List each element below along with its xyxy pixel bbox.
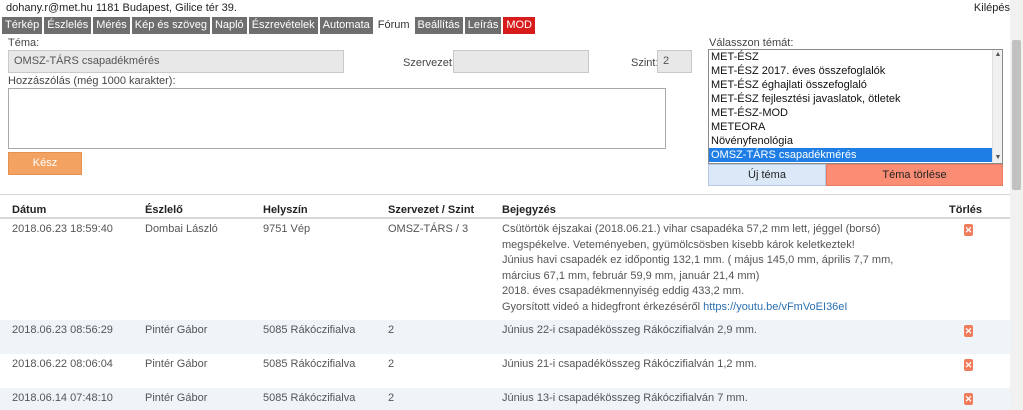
- cell-observer: Dombai László: [145, 223, 218, 235]
- org-field[interactable]: [453, 50, 589, 73]
- topic-option[interactable]: METEORA: [709, 120, 992, 134]
- cell-org-level: OMSZ-TÁRS / 3: [388, 223, 469, 235]
- cell-observer: Pintér Gábor: [145, 358, 208, 370]
- col-header-date: Dátum: [12, 204, 47, 216]
- table-row: 2018.06.23 18:59:40 Dombai László 9751 V…: [0, 219, 1010, 320]
- topic-option[interactable]: MET-ÉSZ: [709, 50, 992, 64]
- tab-meres[interactable]: Mérés: [93, 17, 130, 34]
- col-header-org-level: Szervezet / Szint: [388, 204, 475, 216]
- cell-entry: Június 13-i csapadékösszeg Rákócziﬁalván…: [502, 392, 748, 404]
- new-topic-button[interactable]: Új téma: [708, 164, 826, 186]
- col-header-entry: Bejegyzés: [502, 204, 556, 216]
- cell-observer: Pintér Gábor: [145, 324, 208, 336]
- entry-line: 2018. éves csapadékmennyiség eddig 433,2…: [502, 285, 745, 297]
- entry-line: Gyorsított videó a hidegfront érkezésérő…: [502, 300, 942, 316]
- tab-naplo[interactable]: Napló: [211, 17, 247, 34]
- topic-field[interactable]: OMSZ-TÁRS csapadékmérés: [8, 50, 344, 73]
- delete-icon[interactable]: ✕: [964, 393, 973, 405]
- entry-line: Csütörtök éjszakai (2018.06.21.) vihar c…: [502, 223, 881, 235]
- entry-line: megspékelve. Veteményeben, gyümölcsösben…: [502, 238, 855, 251]
- table-row: 2018.06.23 08:56:29 Pintér Gábor 5085 Rá…: [0, 320, 1010, 354]
- comment-textarea[interactable]: [8, 88, 666, 149]
- entry-link-prefix: Gyorsított videó a hidegfront érkezésérő…: [502, 300, 704, 313]
- topic-label: Téma:: [8, 37, 40, 49]
- entry-line: Június havi csapadék ez időpontig 132,1 …: [502, 254, 894, 266]
- delete-icon[interactable]: ✕: [964, 325, 973, 337]
- delete-topic-button[interactable]: Téma törlése: [826, 164, 1003, 186]
- col-header-location: Helyszín: [263, 204, 308, 216]
- col-header-observer: Észlelő: [145, 204, 183, 216]
- topic-option[interactable]: MET-ÉSZ fejlesztési javaslatok, ötletek: [709, 92, 992, 106]
- col-header-delete: Törlés: [949, 204, 983, 216]
- cell-entry: Június 21-i csapadékösszeg Rákócziﬁalván…: [502, 358, 757, 370]
- cell-org-level: 2: [388, 358, 395, 370]
- org-label: Szervezet:: [403, 57, 455, 69]
- main-nav-tabs: Térkép Észlelés Mérés Kép és szöveg Napl…: [2, 17, 537, 34]
- topic-option[interactable]: MET-ÉSZ 2017. éves összefoglalók: [709, 64, 992, 78]
- topic-option[interactable]: Növényfenológia: [709, 134, 992, 148]
- entry-link[interactable]: https://youtu.be/vFmVoEI36eI: [703, 301, 847, 313]
- tab-eszrevetelek[interactable]: Észrevételek: [248, 17, 318, 34]
- topic-picker-label: Válasszon témát:: [709, 37, 794, 49]
- tab-beallitas[interactable]: Beállítás: [414, 17, 463, 34]
- logout-link[interactable]: Kilépés: [974, 2, 1010, 14]
- cell-location: 5085 Rákócziﬁalva: [263, 324, 356, 336]
- tab-automata[interactable]: Automata: [319, 17, 373, 34]
- cell-location: 5085 Rákócziﬁalva: [263, 392, 356, 404]
- scrollbar-thumb[interactable]: [1012, 40, 1021, 190]
- level-label: Szint:: [631, 57, 659, 69]
- topic-option[interactable]: MET-ÉSZ-MOD: [709, 106, 992, 120]
- submit-button[interactable]: Kész: [8, 152, 82, 175]
- cell-date: 2018.06.23 08:56:29: [12, 324, 113, 336]
- cell-org-level: 2: [388, 324, 395, 336]
- divider: [0, 194, 1010, 195]
- user-info: dohany.r@met.hu 1181 Budapest, Gilice té…: [6, 2, 237, 14]
- top-bar: dohany.r@met.hu 1181 Budapest, Gilice té…: [0, 0, 1010, 17]
- cell-entry: Csütörtök éjszakai (2018.06.21.) vihar c…: [502, 222, 942, 315]
- tab-terkep[interactable]: Térkép: [2, 17, 43, 34]
- delete-icon[interactable]: ✕: [964, 224, 973, 236]
- scroll-up-icon[interactable]: ▲: [993, 50, 1002, 60]
- entry-line: március 67,1 mm, február 59,9 mm, január…: [502, 269, 760, 282]
- page-scrollbar[interactable]: [1010, 0, 1023, 410]
- tab-eszleles[interactable]: Észlelés: [44, 17, 92, 34]
- topic-option[interactable]: MET-ÉSZ éghajlati összefoglaló: [709, 78, 992, 92]
- cell-org-level: 2: [388, 392, 395, 404]
- cell-entry: Június 22-i csapadékösszeg Rákócziﬁalván…: [502, 324, 757, 336]
- tab-mod[interactable]: MOD: [503, 17, 535, 34]
- cell-date: 2018.06.22 08:06:04: [12, 358, 113, 370]
- delete-icon[interactable]: ✕: [964, 359, 973, 371]
- tab-forum[interactable]: Fórum: [374, 17, 413, 34]
- table-row: 2018.06.22 08:06:04 Pintér Gábor 5085 Rá…: [0, 354, 1010, 388]
- cell-date: 2018.06.23 18:59:40: [12, 223, 113, 235]
- topic-listbox[interactable]: MET-ÉSZ MET-ÉSZ 2017. éves összefoglalók…: [708, 49, 1003, 164]
- cell-date: 2018.06.14 07:48:10: [12, 392, 113, 404]
- tab-kep-es-szoveg[interactable]: Kép és szöveg: [131, 17, 210, 34]
- scroll-down-icon[interactable]: ▼: [993, 153, 1002, 163]
- listbox-scrollbar[interactable]: ▲ ▼: [992, 50, 1002, 163]
- topic-option-selected[interactable]: OMSZ-TÁRS csapadékmérés: [709, 148, 992, 162]
- cell-location: 5085 Rákócziﬁalva: [263, 358, 356, 370]
- comment-label: Hozzászólás (még 1000 karakter):: [8, 75, 176, 87]
- cell-location: 9751 Vép: [263, 223, 311, 235]
- table-row: 2018.06.14 07:48:10 Pintér Gábor 5085 Rá…: [0, 388, 1010, 410]
- level-field[interactable]: 2: [657, 50, 692, 73]
- tab-leiras[interactable]: Leírás: [464, 17, 502, 34]
- cell-observer: Pintér Gábor: [145, 392, 208, 404]
